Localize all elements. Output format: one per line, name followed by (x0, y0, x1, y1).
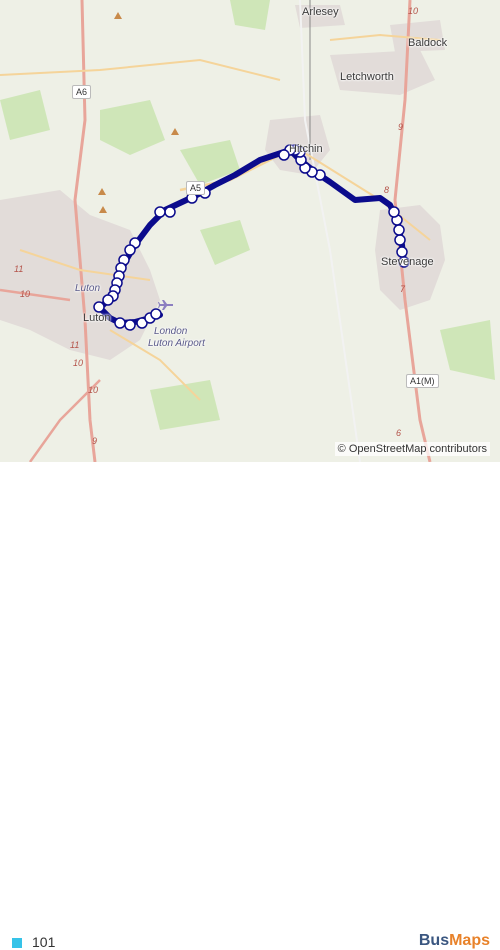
place-baldock: Baldock (408, 37, 448, 49)
road-number: 11 (70, 340, 80, 350)
place-airport-line1: London (154, 326, 188, 337)
map-attribution[interactable]: © OpenStreetMap contributors (334, 442, 490, 456)
route-label: 101 (32, 934, 56, 950)
place-luton-area: Luton (75, 283, 101, 294)
route-color-swatch (12, 938, 22, 948)
road-number: 9 (92, 436, 98, 446)
brand-part2: Maps (449, 932, 490, 949)
place-letchworth: Letchworth (340, 71, 394, 83)
road-shield-a1m: A1(M) (406, 374, 439, 388)
place-luton: Luton (83, 312, 111, 324)
road-number: 7 (400, 284, 406, 294)
place-airport-line2: Luton Airport (148, 338, 205, 349)
busmaps-logo[interactable]: BusMaps (419, 932, 490, 950)
road-number: 10 (73, 358, 84, 368)
footer-legend: 101 BusMaps (0, 462, 500, 950)
road-number: 10 (408, 6, 419, 16)
road-number: 10 (88, 385, 99, 395)
place-hitchin: Hitchin (289, 143, 323, 155)
place-stevenage: Stevenage (381, 256, 434, 268)
airport-icon (158, 300, 173, 310)
brand-part1: Bus (418, 932, 450, 949)
map-canvas[interactable]: Arlesey Baldock Letchworth Hitchin Steve… (0, 0, 500, 462)
map-base (0, 0, 495, 462)
road-number: 11 (14, 264, 24, 274)
road-number: 8 (384, 185, 390, 195)
road-number: 9 (398, 122, 404, 132)
road-number: 6 (396, 428, 402, 438)
road-shield-a5: A5 (186, 181, 206, 195)
place-arlesey: Arlesey (302, 6, 339, 18)
road-shield-a6: A6 (72, 85, 92, 99)
road-number: 10 (20, 289, 31, 299)
